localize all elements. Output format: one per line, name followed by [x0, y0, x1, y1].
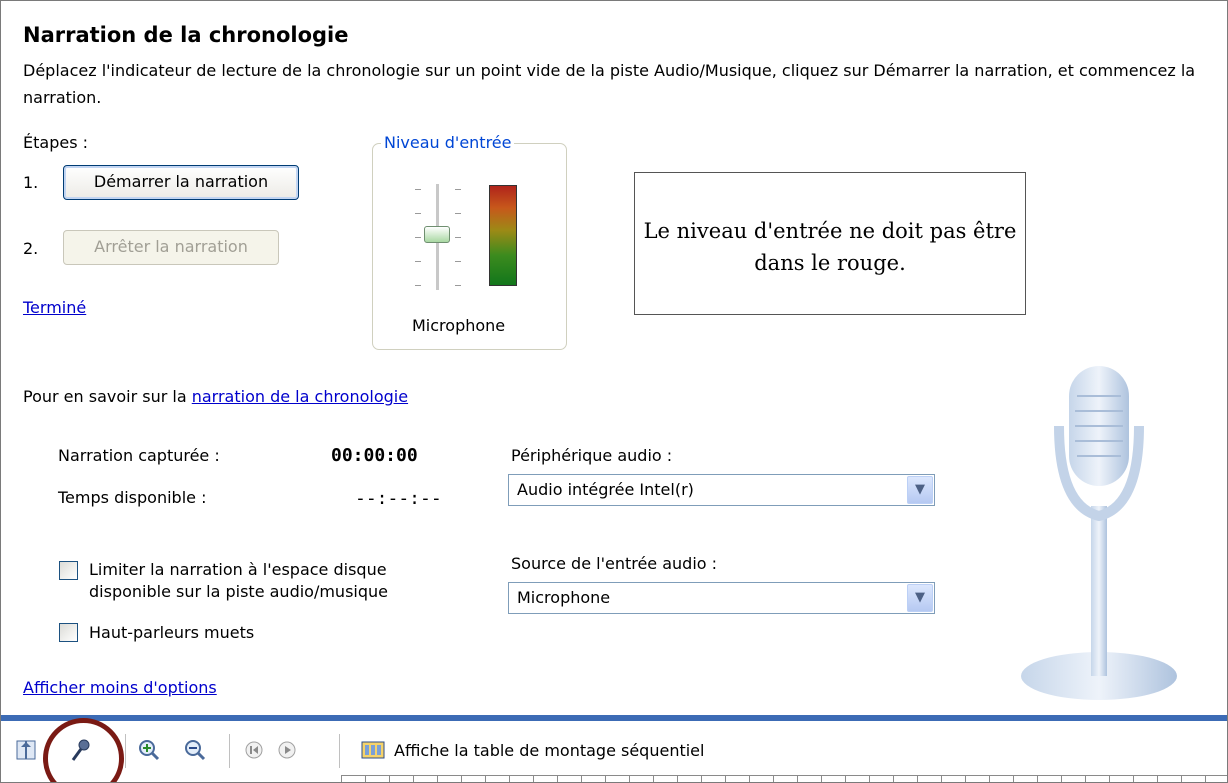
rewind-icon[interactable] [241, 737, 267, 763]
step-1-number: 1. [23, 173, 39, 192]
timeline-ruler [341, 775, 1227, 782]
panel-title: Narration de la chronologie [23, 23, 349, 47]
learn-more-text: Pour en savoir sur la narration de la ch… [23, 387, 408, 406]
storyboard-icon[interactable] [359, 737, 387, 763]
timeline-icon[interactable] [13, 737, 39, 763]
available-value: --:--:-- [355, 488, 442, 509]
slider-tick [455, 213, 461, 214]
narration-panel: Narration de la chronologie Déplacez l'i… [0, 0, 1228, 783]
slider-tick [415, 261, 421, 262]
audio-source-label: Source de l'entrée audio : [511, 554, 718, 573]
slider-tick [415, 285, 421, 286]
learn-more-prefix: Pour en savoir sur la [23, 387, 192, 406]
fewer-options-link[interactable]: Afficher moins d'options [23, 678, 217, 697]
mute-speakers-label: Haut-parleurs muets [89, 623, 255, 642]
chevron-down-icon[interactable]: ▼ [907, 476, 933, 504]
audio-device-select[interactable]: Audio intégrée Intel(r) ▼ [508, 474, 935, 506]
mute-speakers-checkbox[interactable] [59, 623, 78, 642]
step-2-number: 2. [23, 239, 39, 258]
limit-narration-label-line1: Limiter la narration à l'espace disque [89, 560, 387, 579]
input-level-note: Le niveau d'entrée ne doit pas être dans… [634, 172, 1026, 315]
learn-more-link[interactable]: narration de la chronologie [192, 387, 408, 406]
stop-narration-button: Arrêter la narration [63, 230, 279, 265]
audio-device-label: Périphérique audio : [511, 446, 673, 465]
input-device-label: Microphone [412, 316, 506, 335]
play-icon[interactable] [274, 737, 300, 763]
zoom-out-icon[interactable] [181, 737, 209, 763]
toolbar-separator [339, 734, 340, 768]
storyboard-toggle-label[interactable]: Affiche la table de montage séquentiel [394, 741, 704, 760]
slider-tick [455, 189, 461, 190]
panel-description: Déplacez l'indicateur de lecture de la c… [23, 61, 1196, 107]
limit-narration-label: Limiter la narration à l'espace disque di… [89, 559, 388, 603]
slider-tick [455, 237, 461, 238]
toolbar-separator [125, 734, 126, 768]
audio-source-select[interactable]: Microphone ▼ [508, 582, 935, 614]
input-level-meter [489, 185, 517, 286]
slider-tick [455, 261, 461, 262]
audio-device-value: Audio intégrée Intel(r) [517, 480, 694, 499]
input-level-legend: Niveau d'entrée [381, 133, 515, 152]
chevron-down-icon[interactable]: ▼ [907, 584, 933, 612]
limit-narration-label-line2: disponible sur la piste audio/musique [89, 582, 388, 601]
start-narration-button[interactable]: Démarrer la narration [63, 165, 299, 200]
input-level-slider-thumb[interactable] [424, 226, 450, 243]
captured-label: Narration capturée : [58, 446, 220, 465]
zoom-in-icon[interactable] [135, 737, 163, 763]
slider-tick [415, 213, 421, 214]
slider-tick [415, 237, 421, 238]
microphone-illustration [1021, 366, 1177, 700]
toolbar-separator [229, 734, 230, 768]
available-label: Temps disponible : [58, 488, 207, 507]
audio-source-value: Microphone [517, 588, 611, 607]
slider-tick [455, 285, 461, 286]
captured-value: 00:00:00 [331, 445, 418, 466]
steps-label: Étapes : [23, 133, 88, 152]
done-link[interactable]: Terminé [23, 298, 86, 317]
limit-narration-checkbox[interactable] [59, 561, 78, 580]
slider-tick [415, 189, 421, 190]
